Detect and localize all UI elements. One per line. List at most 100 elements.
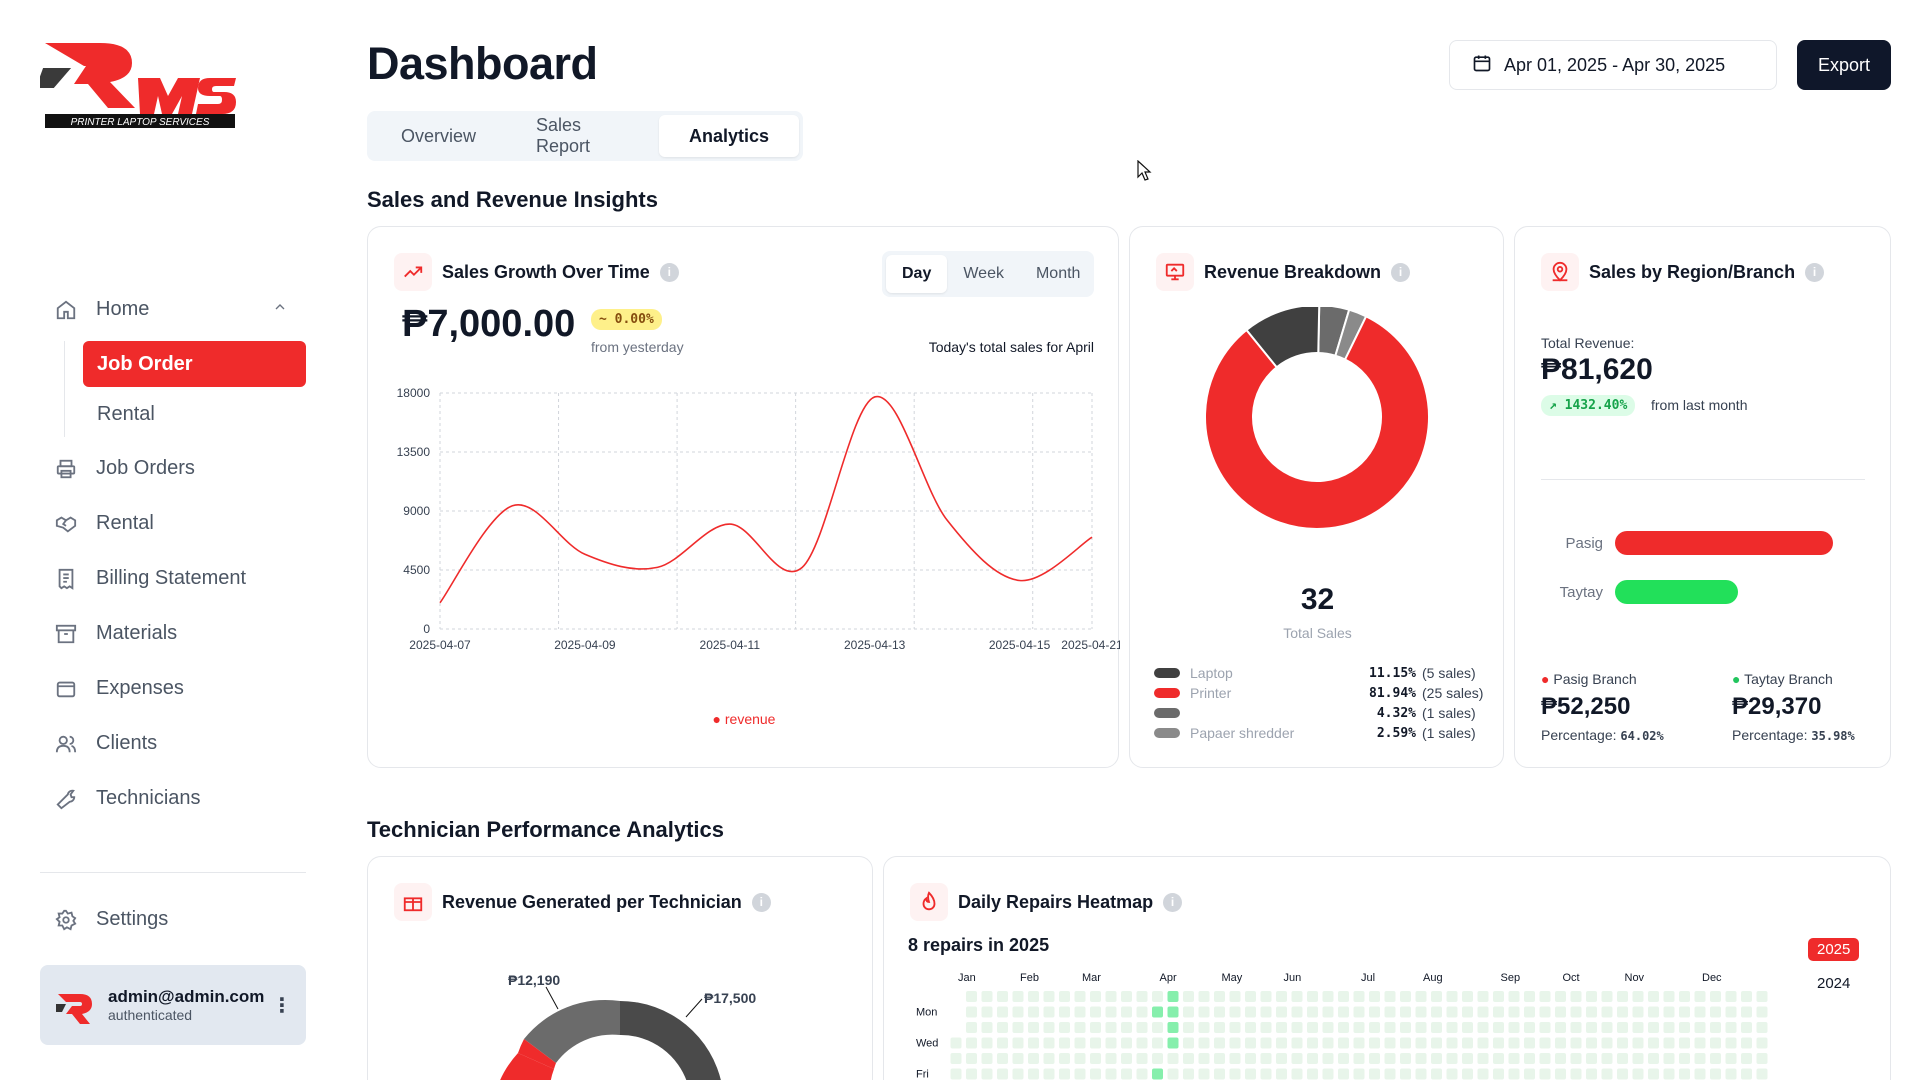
heatmap-cell[interactable] [1632, 1022, 1644, 1033]
tab-overview[interactable]: Overview [371, 115, 506, 157]
heatmap-cell[interactable] [1152, 1068, 1163, 1080]
heatmap-cell[interactable] [1074, 1037, 1086, 1049]
heatmap-cell[interactable] [1322, 1006, 1334, 1018]
heatmap-cell[interactable] [1369, 1022, 1380, 1033]
heatmap-cell[interactable] [1555, 1022, 1566, 1033]
heatmap-cell[interactable] [1307, 1022, 1318, 1033]
heatmap-cell[interactable] [1353, 1068, 1365, 1080]
heatmap-cell[interactable] [1183, 1022, 1194, 1033]
nav-settings[interactable]: Settings [40, 892, 306, 947]
heatmap-cell[interactable] [1338, 1022, 1349, 1033]
heatmap-cell[interactable] [1524, 1053, 1535, 1064]
heatmap-cell[interactable] [1059, 1022, 1070, 1033]
heatmap-cell[interactable] [1369, 1068, 1380, 1080]
heatmap-cell[interactable] [950, 1037, 962, 1049]
nav-billing[interactable]: Billing Statement [40, 551, 306, 606]
heatmap-cell[interactable] [1152, 1037, 1163, 1049]
export-button[interactable]: Export [1797, 40, 1891, 90]
heatmap-cell[interactable] [1710, 1022, 1721, 1033]
heatmap-cell[interactable] [1632, 1037, 1644, 1049]
heatmap-cell[interactable] [1400, 1068, 1411, 1080]
heatmap-cell[interactable] [1198, 991, 1210, 1002]
heatmap-cell[interactable] [1710, 1006, 1721, 1018]
heatmap-cell[interactable] [1276, 1053, 1287, 1064]
heatmap-cell[interactable] [1353, 991, 1365, 1002]
heatmap-cell[interactable] [1167, 1006, 1179, 1018]
heatmap-cell[interactable] [1074, 1022, 1086, 1033]
heatmap-cell[interactable] [1756, 1022, 1768, 1033]
heatmap-cell[interactable] [1322, 1037, 1334, 1049]
heatmap-cell[interactable] [1105, 991, 1117, 1002]
heatmap-cell[interactable] [1322, 991, 1334, 1002]
heatmap-cell[interactable] [1074, 1053, 1086, 1064]
heatmap-cell[interactable] [1648, 1037, 1659, 1049]
heatmap-cell[interactable] [1493, 991, 1504, 1002]
heatmap-cell[interactable] [1524, 1022, 1535, 1033]
heatmap-cell[interactable] [1570, 1037, 1582, 1049]
heatmap-cell[interactable] [966, 1022, 977, 1033]
tab-analytics[interactable]: Analytics [658, 115, 799, 157]
heatmap-cell[interactable] [966, 1068, 977, 1080]
heatmap-cell[interactable] [1121, 1053, 1132, 1064]
heatmap-cell[interactable] [1741, 1068, 1752, 1080]
heatmap-cell[interactable] [1028, 1006, 1039, 1018]
heatmap-cell[interactable] [1539, 1022, 1551, 1033]
heatmap-cell[interactable] [981, 1037, 993, 1049]
heatmap-cell[interactable] [1725, 1053, 1737, 1064]
heatmap-cell[interactable] [1462, 1068, 1473, 1080]
heatmap-cell[interactable] [1353, 1053, 1365, 1064]
heatmap-cell[interactable] [1028, 991, 1039, 1002]
heatmap-cell[interactable] [1167, 1053, 1179, 1064]
heatmap-cell[interactable] [1384, 1022, 1396, 1033]
heatmap-cell[interactable] [1586, 1037, 1597, 1049]
heatmap-cell[interactable] [981, 1006, 993, 1018]
heatmap-cell[interactable] [1617, 1037, 1628, 1049]
heatmap-cell[interactable] [1477, 991, 1489, 1002]
heatmap-cell[interactable] [1694, 1053, 1706, 1064]
legend-laptop[interactable]: Laptop 11.15% (5 sales) [1154, 663, 1492, 683]
heatmap-cell[interactable] [1601, 1053, 1613, 1064]
heatmap-cell[interactable] [1648, 1053, 1659, 1064]
nav-materials[interactable]: Materials [40, 606, 306, 661]
heatmap-cell[interactable] [1524, 1037, 1535, 1049]
heatmap-cell[interactable] [1431, 991, 1442, 1002]
heatmap-cell[interactable] [1105, 1006, 1117, 1018]
heatmap-cell[interactable] [1663, 1068, 1675, 1080]
heatmap-cell[interactable] [1043, 1053, 1055, 1064]
heatmap-cell[interactable] [1384, 1006, 1396, 1018]
heatmap-cell[interactable] [997, 1068, 1008, 1080]
heatmap-cell[interactable] [1105, 1022, 1117, 1033]
heatmap-cell[interactable] [1617, 991, 1628, 1002]
heatmap-cell[interactable] [1508, 1037, 1520, 1049]
heatmap-cell[interactable] [1508, 991, 1520, 1002]
heatmap-cell[interactable] [1679, 1022, 1690, 1033]
heatmap-cell[interactable] [1167, 1022, 1179, 1033]
heatmap-cell[interactable] [1059, 1068, 1070, 1080]
heatmap-cell[interactable] [1617, 1068, 1628, 1080]
heatmap-cell[interactable] [1446, 1022, 1458, 1033]
heatmap-cell[interactable] [1043, 1068, 1055, 1080]
heatmap-cell[interactable] [1415, 1022, 1427, 1033]
heatmap-cell[interactable] [1648, 1006, 1659, 1018]
heatmap-cell[interactable] [1663, 1053, 1675, 1064]
heatmap-cell[interactable] [1663, 1022, 1675, 1033]
heatmap-cell[interactable] [1136, 1037, 1148, 1049]
heatmap-cell[interactable] [1121, 1068, 1132, 1080]
heatmap-cell[interactable] [1446, 1053, 1458, 1064]
heatmap-cell[interactable] [1276, 991, 1287, 1002]
heatmap-cell[interactable] [1291, 1022, 1303, 1033]
nav-expenses[interactable]: Expenses [40, 661, 306, 716]
heatmap-cell[interactable] [1617, 1006, 1628, 1018]
heatmap-cell[interactable] [1725, 1022, 1737, 1033]
heatmap-cell[interactable] [966, 1053, 977, 1064]
heatmap-cell[interactable] [1679, 1006, 1690, 1018]
heatmap-cell[interactable] [1415, 991, 1427, 1002]
heatmap-cell[interactable] [1136, 1006, 1148, 1018]
heatmap-cell[interactable] [950, 1053, 962, 1064]
heatmap-cell[interactable] [1167, 1037, 1179, 1049]
heatmap-cell[interactable] [1338, 1053, 1349, 1064]
heatmap-cell[interactable] [1105, 1068, 1117, 1080]
heatmap-cell[interactable] [1260, 1022, 1272, 1033]
heatmap-cell[interactable] [1121, 1006, 1132, 1018]
heatmap-cell[interactable] [1136, 1068, 1148, 1080]
